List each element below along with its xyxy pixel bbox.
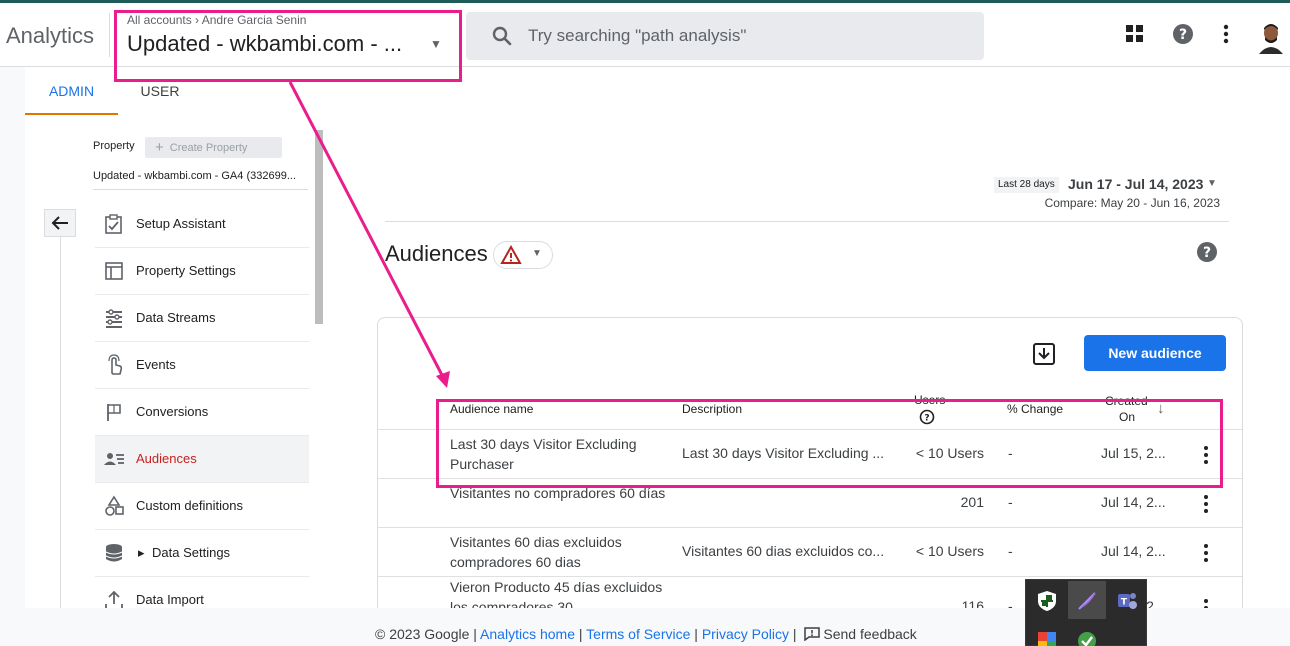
- system-tray-popup: T: [1025, 579, 1147, 646]
- teams-icon[interactable]: T: [1116, 590, 1138, 612]
- security-shield-icon[interactable]: [1036, 590, 1058, 612]
- check-shield-icon[interactable]: [1076, 630, 1098, 646]
- annotation-arrow: [288, 81, 450, 388]
- feather-pen-icon[interactable]: [1076, 590, 1098, 612]
- svg-text:T: T: [1121, 598, 1128, 608]
- app-tray-icon[interactable]: [1036, 630, 1058, 646]
